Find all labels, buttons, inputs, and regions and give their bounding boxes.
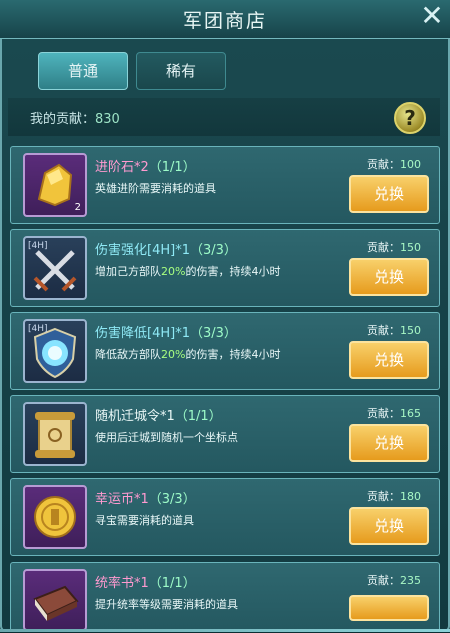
item-description: 使用后迁城到随机一个坐标点 bbox=[95, 431, 238, 444]
exchange-button[interactable]: 兑换 bbox=[349, 341, 429, 379]
exchange-button[interactable]: 兑换 bbox=[349, 175, 429, 213]
item-cost: 贡献：150 bbox=[367, 322, 421, 338]
item-description: 增加己方部队20%的伤害，持续4小时 bbox=[95, 265, 281, 278]
item-description: 提升统率等级需要消耗的道具 bbox=[95, 598, 238, 611]
item-description: 降低敌方部队20%的伤害，持续4小时 bbox=[95, 348, 281, 361]
exchange-button[interactable]: 兑换 bbox=[349, 507, 429, 545]
scroll-icon bbox=[35, 412, 75, 458]
item-cost-value: 180 bbox=[400, 490, 421, 503]
item-name: 伤害强化[4H]*1（3/3） bbox=[95, 239, 237, 258]
shop-item: 随机迁城令*1（1/1） 使用后迁城到随机一个坐标点 贡献：165 兑换 bbox=[10, 395, 440, 473]
shop-item: [4H] 伤害降低[4H]*1（3/3） 降低敌方部队20%的伤害，持续4小时 … bbox=[10, 312, 440, 390]
exchange-button[interactable] bbox=[349, 595, 429, 621]
item-quantity: （3/3） bbox=[148, 492, 196, 507]
item-cost-value: 150 bbox=[400, 324, 421, 337]
item-icon-frame bbox=[23, 485, 87, 549]
title-bar: 军团商店 ✕ bbox=[0, 0, 450, 39]
item-name: 伤害降低[4H]*1（3/3） bbox=[95, 322, 237, 341]
item-badge: [4H] bbox=[28, 324, 48, 334]
item-cost: 贡献：100 bbox=[367, 156, 421, 172]
item-name: 随机迁城令*1（1/1） bbox=[95, 405, 222, 424]
item-quantity: （1/1） bbox=[148, 160, 196, 175]
item-name-text: 幸运币*1 bbox=[95, 492, 149, 507]
item-quantity: （3/3） bbox=[189, 243, 237, 258]
item-cost-label: 贡献： bbox=[367, 324, 400, 337]
coin-icon bbox=[34, 496, 76, 538]
item-quantity: （1/1） bbox=[174, 409, 222, 424]
item-cost-label: 贡献： bbox=[367, 407, 400, 420]
item-cost: 贡献：165 bbox=[367, 405, 421, 421]
item-icon-frame bbox=[23, 402, 87, 466]
item-icon-frame: [4H] bbox=[23, 236, 87, 300]
item-description: 英雄进阶需要消耗的道具 bbox=[95, 182, 216, 195]
book-icon bbox=[33, 585, 79, 621]
my-contribution-label: 我的贡献： bbox=[30, 112, 96, 127]
shop-item: 2 进阶石*2（1/1） 英雄进阶需要消耗的道具 贡献：100 兑换 bbox=[10, 146, 440, 224]
item-count: 2 bbox=[74, 202, 81, 213]
shop-item: 幸运币*1（3/3） 寻宝需要消耗的道具 贡献：180 兑换 bbox=[10, 478, 440, 556]
item-name-text: 统率书*1 bbox=[95, 576, 149, 591]
item-name-text: 伤害强化[4H]*1 bbox=[95, 243, 190, 258]
item-cost-label: 贡献： bbox=[367, 490, 400, 503]
item-name-text: 伤害降低[4H]*1 bbox=[95, 326, 190, 341]
tab-rare[interactable]: 稀有 bbox=[136, 52, 226, 90]
item-cost-label: 贡献： bbox=[367, 574, 400, 587]
item-name: 进阶石*2（1/1） bbox=[95, 156, 196, 175]
shop-item: [4H] 伤害强化[4H]*1（3/3） 增加己方部队20%的伤害，持续4小时 … bbox=[10, 229, 440, 307]
item-name: 幸运币*1（3/3） bbox=[95, 488, 196, 507]
exchange-button[interactable]: 兑换 bbox=[349, 424, 429, 462]
help-icon[interactable]: ? bbox=[394, 102, 426, 134]
item-badge: [4H] bbox=[28, 241, 48, 251]
my-contribution: 我的贡献：830 bbox=[30, 108, 120, 127]
item-description-highlight: 20% bbox=[161, 348, 186, 361]
item-cost-value: 165 bbox=[400, 407, 421, 420]
item-name-text: 随机迁城令*1 bbox=[95, 409, 175, 424]
window-title: 军团商店 bbox=[182, 10, 267, 32]
item-icon-frame bbox=[23, 569, 87, 631]
item-description-highlight: 20% bbox=[161, 265, 186, 278]
item-cost: 贡献：180 bbox=[367, 488, 421, 504]
item-description: 寻宝需要消耗的道具 bbox=[95, 514, 194, 527]
tab-normal[interactable]: 普通 bbox=[38, 52, 128, 90]
item-icon-frame: 2 bbox=[23, 153, 87, 217]
contribution-bar: 我的贡献：830 ? bbox=[8, 98, 440, 136]
item-quantity: （1/1） bbox=[148, 576, 196, 591]
item-quantity: （3/3） bbox=[189, 326, 237, 341]
item-name-text: 进阶石*2 bbox=[95, 160, 149, 175]
item-cost-label: 贡献： bbox=[367, 241, 400, 254]
item-cost: 贡献：150 bbox=[367, 239, 421, 255]
exchange-button[interactable]: 兑换 bbox=[349, 258, 429, 296]
item-name: 统率书*1（1/1） bbox=[95, 572, 196, 591]
item-cost-label: 贡献： bbox=[367, 158, 400, 171]
item-cost-value: 100 bbox=[400, 158, 421, 171]
item-cost-value: 150 bbox=[400, 241, 421, 254]
my-contribution-value: 830 bbox=[95, 112, 120, 127]
close-icon[interactable]: ✕ bbox=[416, 2, 448, 34]
item-cost: 贡献：235 bbox=[367, 572, 421, 588]
item-cost-value: 235 bbox=[400, 574, 421, 587]
item-icon-frame: [4H] bbox=[23, 319, 87, 383]
shop-item: 统率书*1（1/1） 提升统率等级需要消耗的道具 贡献：235 bbox=[10, 562, 440, 632]
